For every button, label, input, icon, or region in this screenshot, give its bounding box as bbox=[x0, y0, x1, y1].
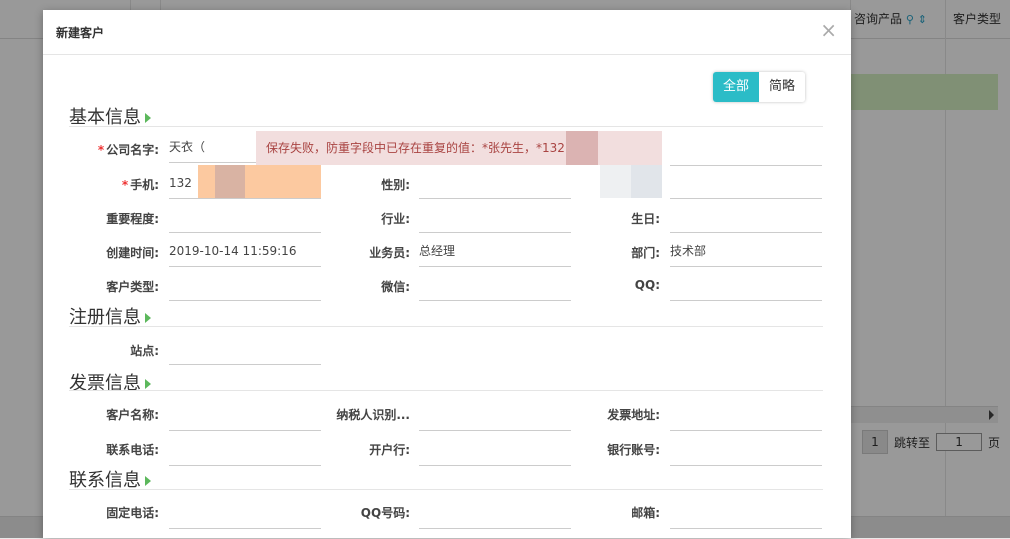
site-label: 站点: bbox=[130, 344, 159, 358]
created-time-value: 2019-10-14 11:59:16 bbox=[169, 242, 321, 267]
landline-input[interactable] bbox=[169, 504, 321, 529]
customer-type-input[interactable] bbox=[169, 276, 321, 301]
taxpayer-id-label: 纳税人识别... bbox=[336, 408, 410, 422]
phone-input[interactable] bbox=[169, 441, 321, 466]
expand-arrow-icon bbox=[145, 313, 151, 323]
wechat-input[interactable] bbox=[419, 276, 571, 301]
qq-input[interactable] bbox=[670, 276, 822, 301]
bank-label: 开户行: bbox=[369, 443, 410, 457]
mobile-label: * 手机: bbox=[121, 178, 159, 192]
modal-title: 新建客户 bbox=[56, 26, 105, 40]
landline-label: 固定电话: bbox=[106, 506, 159, 520]
phone-label: 联系电话: bbox=[106, 443, 159, 457]
wechat-label: 微信: bbox=[381, 280, 410, 294]
salesman-label: 业务员: bbox=[369, 246, 410, 260]
invoice-address-input[interactable] bbox=[670, 406, 822, 431]
mobile-extra-input[interactable] bbox=[670, 174, 822, 199]
birthday-input[interactable] bbox=[670, 208, 822, 233]
section-divider bbox=[69, 390, 823, 391]
qq-label: QQ: bbox=[634, 278, 660, 292]
department-label: 部门: bbox=[631, 246, 660, 260]
email-label: 邮箱: bbox=[631, 506, 660, 520]
company-extra-input[interactable] bbox=[670, 141, 822, 166]
industry-input[interactable] bbox=[419, 208, 571, 233]
customer-name-input[interactable] bbox=[169, 406, 321, 431]
redacted-area bbox=[566, 131, 598, 165]
site-input[interactable] bbox=[169, 340, 321, 365]
qq-number-label: QQ号码: bbox=[360, 506, 410, 520]
customer-name-label: 客户名称: bbox=[106, 408, 159, 422]
modal-header: 新建客户 × bbox=[43, 10, 851, 55]
toggle-brief-button[interactable]: 简略 bbox=[759, 72, 806, 102]
taxpayer-id-input[interactable] bbox=[419, 406, 571, 431]
error-toast: 保存失败，防重字段中已存在重复的值：*张先生，*132 bbox=[256, 131, 662, 165]
created-time-label: 创建时间: bbox=[106, 246, 159, 260]
email-input[interactable] bbox=[670, 504, 822, 529]
company-name-label: * 公司名字: bbox=[97, 143, 159, 157]
qq-number-input[interactable] bbox=[419, 504, 571, 529]
toggle-all-button[interactable]: 全部 bbox=[713, 72, 760, 102]
invoice-address-label: 发票地址: bbox=[607, 408, 660, 422]
view-toggle: 全部 简略 bbox=[713, 72, 806, 102]
gender-label: 性别: bbox=[381, 178, 410, 192]
redacted-area bbox=[215, 165, 245, 198]
department-input[interactable]: 技术部 bbox=[670, 242, 822, 267]
bank-account-input[interactable] bbox=[670, 441, 822, 466]
bank-account-label: 银行账号: bbox=[607, 443, 660, 457]
importance-label: 重要程度: bbox=[106, 212, 159, 226]
section-divider bbox=[69, 326, 823, 327]
customer-type-label: 客户类型: bbox=[106, 280, 159, 294]
importance-input[interactable] bbox=[169, 208, 321, 233]
gender-input[interactable] bbox=[419, 174, 571, 199]
industry-label: 行业: bbox=[381, 212, 410, 226]
section-invoice-info[interactable]: 发票信息 bbox=[69, 369, 151, 395]
expand-arrow-icon bbox=[145, 379, 151, 389]
birthday-label: 生日: bbox=[631, 212, 660, 226]
bank-input[interactable] bbox=[419, 441, 571, 466]
section-divider bbox=[69, 489, 823, 490]
expand-arrow-icon bbox=[145, 476, 151, 486]
close-icon[interactable]: × bbox=[820, 20, 837, 40]
section-divider bbox=[69, 126, 823, 127]
salesman-input[interactable]: 总经理 bbox=[419, 242, 571, 267]
new-customer-modal: 新建客户 × 全部 简略 基本信息 * 公司名字: 天衣（ * 手机: 132 性别… bbox=[43, 10, 851, 538]
expand-arrow-icon bbox=[145, 113, 151, 123]
redacted-area bbox=[631, 165, 662, 198]
